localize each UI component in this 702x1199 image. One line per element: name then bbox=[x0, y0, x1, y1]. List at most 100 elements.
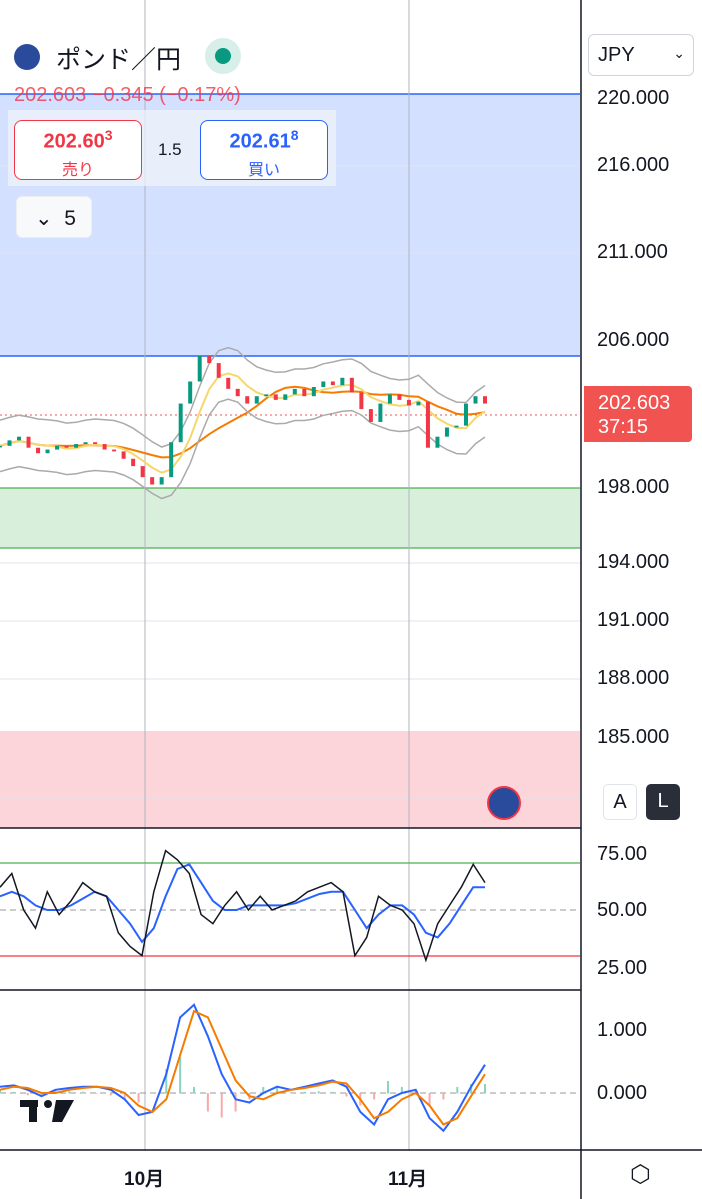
price-tick: 191.000 bbox=[597, 609, 670, 631]
rsi-tick: 75.00 bbox=[597, 843, 648, 865]
candle bbox=[159, 477, 164, 485]
candle bbox=[425, 401, 430, 448]
macd-signal-line bbox=[0, 1009, 486, 1126]
indicator-count: 5 bbox=[64, 207, 76, 230]
candle bbox=[178, 403, 183, 443]
candle bbox=[150, 477, 155, 485]
macd-histogram-bar bbox=[345, 1093, 348, 1097]
candle bbox=[473, 396, 478, 404]
macd-histogram-bar bbox=[26, 1093, 29, 1096]
candle bbox=[93, 442, 98, 445]
uk-flag-event-icon[interactable] bbox=[487, 786, 521, 820]
candle bbox=[131, 458, 136, 467]
buy-price-pip: 8 bbox=[290, 127, 299, 143]
macd-tick: 0.000 bbox=[597, 1082, 648, 1104]
rsi-ma-line bbox=[0, 863, 485, 944]
candle bbox=[121, 451, 126, 459]
macd-histogram-bar bbox=[456, 1087, 459, 1094]
currency-select[interactable]: JPY ⌄ bbox=[588, 34, 694, 76]
macd-histogram-bar bbox=[442, 1093, 445, 1100]
auto-scale-button[interactable]: A bbox=[603, 784, 637, 820]
candle bbox=[74, 444, 79, 448]
macd-histogram-bar bbox=[331, 1091, 334, 1094]
chevron-down-icon: ⌄ bbox=[35, 207, 53, 230]
sell-price: 202.60 bbox=[43, 130, 105, 153]
tradingview-logo bbox=[20, 1100, 74, 1122]
candle bbox=[311, 387, 316, 397]
macd-histogram-bar bbox=[96, 1093, 98, 1094]
price-tick: 185.000 bbox=[597, 726, 670, 748]
sell-label: 売り bbox=[61, 161, 94, 179]
candle bbox=[140, 466, 145, 478]
price-tick: 198.000 bbox=[597, 476, 670, 498]
candle bbox=[245, 396, 250, 404]
price-tick: 194.000 bbox=[597, 551, 670, 573]
macd-histogram-bar bbox=[206, 1093, 209, 1112]
macd-histogram-bar bbox=[151, 1093, 154, 1094]
candle bbox=[26, 436, 31, 448]
chevron-down-icon: ⌄ bbox=[673, 45, 685, 61]
price-tick: 206.000 bbox=[597, 329, 670, 351]
candle bbox=[169, 442, 174, 478]
macd-histogram-bar bbox=[68, 1091, 71, 1094]
candle bbox=[36, 447, 41, 454]
support-zone bbox=[0, 488, 580, 548]
rsi-tick: 50.00 bbox=[597, 899, 648, 921]
macd-histogram-bar bbox=[290, 1093, 292, 1094]
time-tick: 10月 bbox=[124, 1169, 165, 1190]
settings-hexagon-icon[interactable]: ⬡ bbox=[630, 1160, 651, 1189]
macd-histogram-bar bbox=[137, 1093, 140, 1103]
candle bbox=[102, 444, 107, 450]
macd-histogram-bar bbox=[220, 1093, 223, 1118]
buy-button[interactable]: 202.618 買い bbox=[200, 120, 328, 180]
candle bbox=[273, 394, 278, 400]
rsi-tick: 25.00 bbox=[597, 957, 648, 979]
buy-label: 買い bbox=[247, 161, 280, 179]
price-tick: 220.000 bbox=[597, 87, 670, 109]
candle bbox=[64, 445, 69, 448]
market-open-icon bbox=[205, 38, 241, 74]
candle bbox=[302, 388, 307, 397]
candle bbox=[483, 396, 487, 404]
sell-price-pip: 3 bbox=[104, 127, 113, 143]
buy-price: 202.61 bbox=[229, 130, 291, 153]
indicators-collapse-button[interactable]: ⌄ 5 bbox=[16, 196, 92, 238]
currency-value: JPY bbox=[598, 44, 635, 66]
last-price-tag: 202.603 37:15 bbox=[584, 386, 692, 442]
candle bbox=[330, 381, 335, 386]
candle bbox=[83, 442, 88, 445]
candle bbox=[7, 440, 12, 446]
macd-histogram-bar bbox=[193, 1087, 195, 1094]
candle bbox=[387, 394, 392, 404]
candle bbox=[359, 392, 364, 410]
candle bbox=[254, 396, 259, 404]
candle bbox=[226, 377, 231, 389]
candle bbox=[292, 388, 297, 395]
macd-tick: 1.000 bbox=[597, 1019, 648, 1041]
candle bbox=[207, 355, 212, 364]
bar-countdown: 37:15 bbox=[598, 416, 649, 438]
price-tick: 211.000 bbox=[597, 241, 668, 263]
candle bbox=[112, 449, 117, 452]
uk-flag-icon bbox=[14, 44, 40, 70]
candle bbox=[406, 399, 411, 406]
candle bbox=[0, 445, 2, 448]
macd-histogram-bar bbox=[387, 1081, 389, 1094]
candle bbox=[321, 381, 326, 387]
sell-button[interactable]: 202.603 売り bbox=[14, 120, 142, 180]
macd-histogram-bar bbox=[303, 1091, 306, 1094]
macd-line bbox=[0, 1003, 486, 1133]
symbol-title[interactable]: ポンド／円 bbox=[56, 40, 181, 76]
log-scale-button[interactable]: L bbox=[646, 784, 680, 820]
spread: 1.5 bbox=[158, 140, 182, 159]
macd-histogram-bar bbox=[12, 1091, 15, 1094]
quote-line: 202.603 −0.345 (−0.17%) bbox=[14, 84, 241, 106]
candle bbox=[188, 381, 193, 404]
macd-histogram-bar bbox=[373, 1093, 376, 1100]
macd-histogram-bar bbox=[484, 1084, 486, 1094]
candle bbox=[235, 388, 240, 397]
candle bbox=[216, 363, 221, 378]
candle bbox=[454, 425, 459, 428]
candle bbox=[45, 449, 50, 454]
candle bbox=[283, 394, 288, 400]
